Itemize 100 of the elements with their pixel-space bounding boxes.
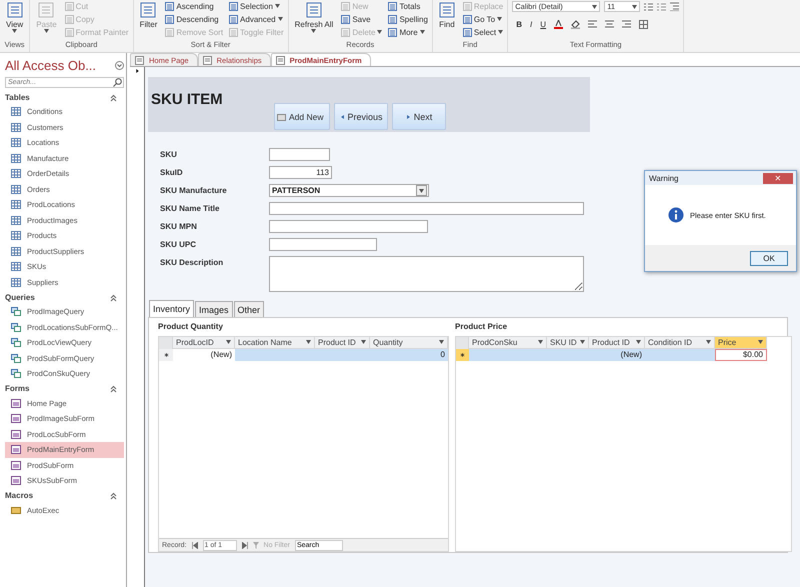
format-button[interactable]: U	[540, 20, 546, 29]
field-label: SKU UPC	[160, 239, 198, 251]
form-button[interactable]: Previous	[334, 103, 388, 130]
ribbon-button[interactable]: Refresh All	[292, 0, 336, 33]
square-icon	[165, 2, 174, 10]
close-button[interactable]: ✕	[763, 172, 793, 184]
ribbon-button[interactable]: Select	[462, 26, 504, 38]
table-icon	[11, 122, 21, 132]
ribbon-button[interactable]: Selection	[229, 0, 284, 12]
dropdown-field[interactable]: PATTERSON	[269, 184, 429, 197]
square-icon	[165, 28, 174, 36]
asterisk-icon	[164, 352, 168, 357]
section-header[interactable]: Tables	[5, 92, 30, 102]
caret-icon	[498, 30, 504, 34]
ribbon-button[interactable]: Spelling	[388, 13, 428, 25]
ribbon-button[interactable]: Save	[341, 13, 382, 25]
caret-icon	[758, 340, 763, 344]
square-icon	[6, 2, 23, 18]
caret-icon	[311, 29, 316, 33]
square-icon	[229, 14, 238, 24]
right-arrow-icon	[406, 114, 411, 118]
ribbon-button[interactable]: Ascending	[165, 0, 224, 12]
ribbon-button[interactable]: Advanced	[229, 13, 284, 25]
column-header[interactable]: Product ID	[589, 336, 645, 349]
square-icon	[229, 28, 238, 36]
ribbon-button[interactable]: Descending	[165, 13, 224, 25]
gridlines-icon	[639, 20, 648, 29]
tab[interactable]: Other	[234, 301, 264, 317]
filter-icon	[252, 542, 259, 548]
info-icon	[668, 207, 684, 223]
section-header[interactable]: Forms	[5, 384, 30, 393]
chevron-icon	[115, 60, 124, 70]
pane-title[interactable]: All Access Ob...	[5, 58, 96, 72]
square-icon	[38, 2, 54, 18]
input-field[interactable]	[269, 202, 584, 215]
ribbon-button[interactable]: Totals	[388, 0, 428, 12]
square-icon	[462, 28, 472, 36]
square-icon	[462, 14, 472, 24]
caret-icon	[706, 340, 711, 344]
square-icon	[140, 2, 156, 18]
input-field[interactable]: 113	[269, 166, 332, 179]
caret-icon	[439, 340, 444, 344]
table-icon	[11, 154, 21, 163]
column-header[interactable]: SKU ID	[547, 336, 589, 349]
text-area[interactable]	[269, 256, 584, 292]
subform-title: Product Price	[455, 322, 508, 333]
format-button[interactable]: I	[530, 20, 532, 29]
table-icon	[11, 246, 21, 256]
align-left-icon	[588, 20, 598, 29]
square-icon	[438, 2, 455, 18]
square-icon	[341, 28, 350, 36]
square-icon	[306, 2, 322, 18]
input-field[interactable]	[269, 148, 330, 161]
ribbon-button[interactable]: Filter	[138, 0, 160, 29]
column-header[interactable]: Condition ID	[645, 336, 715, 349]
section-header[interactable]: Queries	[5, 292, 35, 302]
form-icon	[276, 56, 285, 64]
column-header[interactable]: Location Name	[235, 336, 315, 349]
caret-icon	[361, 340, 366, 344]
collapse-icon	[109, 92, 118, 102]
square-icon	[388, 14, 398, 24]
caret-icon	[592, 4, 598, 8]
table-icon	[11, 107, 21, 116]
new-record-icon	[277, 112, 286, 121]
column-header[interactable]: Product ID	[315, 336, 370, 349]
column-header[interactable]: ProdConSku	[469, 336, 547, 349]
column-header[interactable]: Quantity	[370, 336, 448, 349]
indent-icon	[670, 2, 680, 11]
collapse-icon	[109, 384, 118, 393]
square-icon	[341, 14, 350, 24]
input-field[interactable]	[269, 238, 377, 251]
column-header[interactable]: ProdLocID	[173, 336, 235, 349]
current-record-icon	[134, 69, 140, 73]
form-button[interactable]: Add New	[274, 103, 330, 130]
collapse-icon	[109, 491, 118, 500]
ok-button[interactable]: OK	[750, 250, 788, 266]
field-label: SKU Manufacture	[160, 185, 228, 197]
column-header[interactable]: Price	[715, 336, 767, 349]
collapse-icon	[109, 292, 118, 302]
caret-icon	[580, 340, 585, 344]
caret-icon	[44, 29, 49, 33]
tab[interactable]: Images	[195, 301, 233, 317]
tab[interactable]: Inventory	[149, 300, 194, 317]
caret-icon	[497, 17, 502, 21]
align-right-icon	[622, 20, 632, 29]
ribbon-button[interactable]: Find	[436, 0, 457, 29]
input-field[interactable]	[269, 220, 428, 233]
format-button[interactable]: B	[516, 20, 522, 29]
table-icon	[11, 169, 21, 178]
square-icon	[64, 28, 74, 36]
caret-icon	[420, 30, 425, 34]
square-icon	[229, 2, 238, 10]
square-icon	[388, 2, 398, 10]
align-center-icon	[605, 20, 614, 29]
ribbon-button[interactable]: View	[4, 0, 26, 33]
last-record-icon	[242, 542, 248, 548]
ribbon-button[interactable]: Go To	[462, 13, 504, 25]
form-button[interactable]: Next	[392, 103, 446, 130]
section-header[interactable]: Macros	[5, 491, 34, 500]
ribbon-button[interactable]: More	[388, 26, 428, 38]
